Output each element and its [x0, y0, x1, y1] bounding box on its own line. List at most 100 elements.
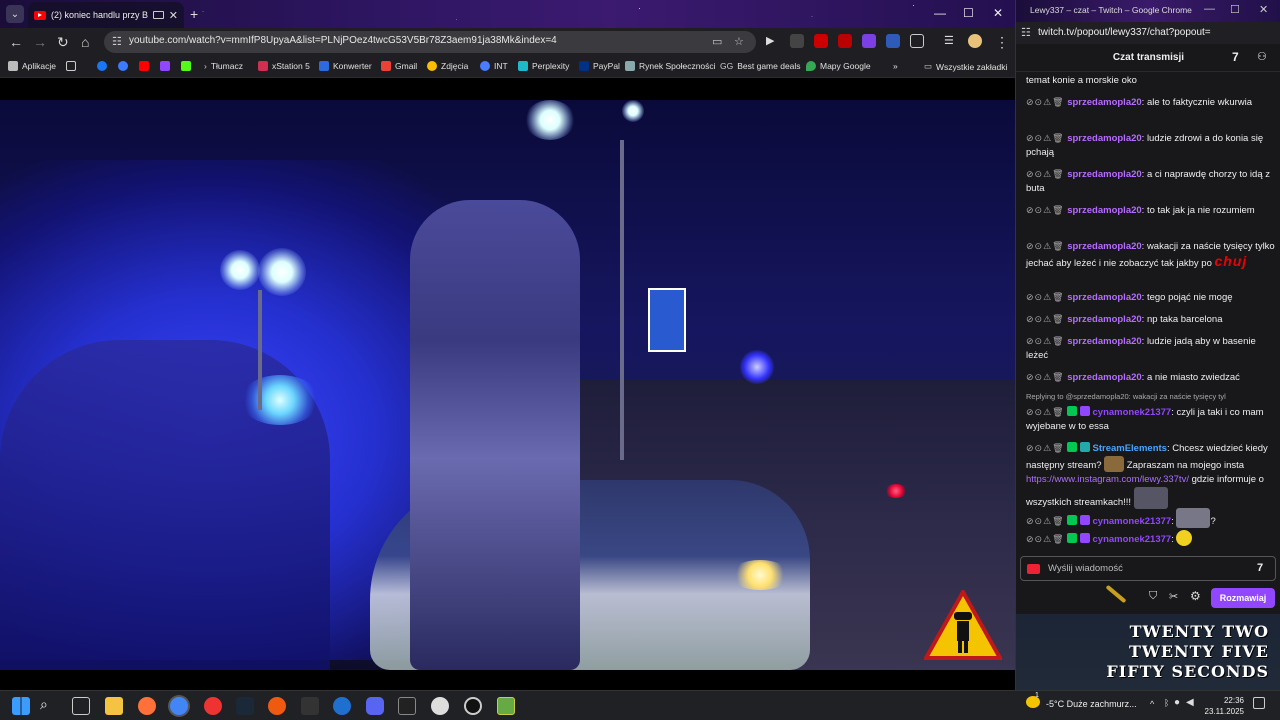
- back-icon[interactable]: ←: [9, 34, 23, 50]
- bookmark-xstation[interactable]: xStation 5: [258, 61, 310, 71]
- chat-username[interactable]: sprzedamopla20: [1067, 241, 1141, 252]
- instagram-link[interactable]: https://www.instagram.com/lewy.337tv/: [1026, 474, 1189, 485]
- microphone-icon[interactable]: ●: [1174, 697, 1180, 708]
- bluetooth-icon[interactable]: ᛒ: [1164, 698, 1169, 708]
- menu-icon[interactable]: ⋮: [995, 34, 1009, 51]
- bookmark-game-deals[interactable]: GG Best game deals: [720, 61, 801, 71]
- epic-games-icon[interactable]: [398, 697, 416, 715]
- mod-actions-icon[interactable]: ⊘⊙⚠🗑: [1026, 205, 1065, 215]
- camera-icon[interactable]: [1027, 564, 1040, 574]
- reading-list-icon[interactable]: ☰: [944, 34, 958, 48]
- mod-actions-icon[interactable]: ⊘⊙⚠🗑: [1026, 443, 1065, 453]
- mod-actions-icon[interactable]: ⊘⊙⚠🗑: [1026, 336, 1065, 346]
- bookmark-apps[interactable]: Aplikacje: [8, 61, 56, 71]
- shield-icon[interactable]: ⛉: [1149, 590, 1157, 603]
- more-bookmarks-icon[interactable]: »: [893, 61, 898, 71]
- extension-icon[interactable]: [886, 34, 900, 48]
- bookmark-steam-market[interactable]: Rynek Społeczności: [625, 61, 716, 71]
- bookmark-photos[interactable]: Zdjęcia: [427, 61, 468, 71]
- discord-icon[interactable]: [366, 697, 384, 715]
- bookmark-kick[interactable]: [181, 61, 191, 71]
- extensions-puzzle-icon[interactable]: [910, 34, 924, 48]
- notifications-icon[interactable]: [1253, 697, 1265, 709]
- tab-youtube[interactable]: (2) koniec handlu przy Bart ✕: [28, 2, 184, 28]
- maximize-button[interactable]: ☐: [1230, 3, 1240, 16]
- points-icon[interactable]: [1105, 584, 1127, 604]
- close-window-button[interactable]: ✕: [1259, 3, 1268, 16]
- chat-username[interactable]: sprzedamopla20: [1067, 292, 1141, 303]
- search-icon[interactable]: ⌕: [40, 696, 48, 713]
- volume-icon[interactable]: ◀: [1186, 697, 1194, 708]
- mod-actions-icon[interactable]: ⊘⊙⚠🗑: [1026, 292, 1065, 302]
- chat-username[interactable]: sprzedamopla20: [1067, 133, 1141, 144]
- chat-username[interactable]: sprzedamopla20: [1067, 314, 1141, 325]
- chat-username[interactable]: sprzedamopla20: [1067, 336, 1141, 347]
- users-icon[interactable]: ⚇: [1257, 50, 1267, 63]
- bookmark-int[interactable]: INT: [480, 61, 508, 71]
- tray-chevron-icon[interactable]: ^: [1150, 699, 1154, 709]
- install-icon[interactable]: ▭: [712, 35, 722, 48]
- maximize-button[interactable]: ☐: [963, 6, 974, 20]
- chat-username[interactable]: sprzedamopla20: [1067, 97, 1141, 108]
- home-icon[interactable]: ⌂: [81, 34, 89, 50]
- chat-username[interactable]: sprzedamopla20: [1067, 205, 1141, 216]
- bookmark-maps[interactable]: Mapy Google: [806, 61, 871, 71]
- mod-actions-icon[interactable]: ⊘⊙⚠🗑: [1026, 516, 1065, 526]
- chat-username[interactable]: sprzedamopla20: [1067, 372, 1141, 383]
- play-extension-icon[interactable]: ▶: [766, 34, 780, 48]
- chat-username[interactable]: cynamonek21377: [1093, 516, 1172, 527]
- video-player[interactable]: [0, 78, 1015, 690]
- bookmark-star-icon[interactable]: ☆: [734, 35, 744, 48]
- chat-username[interactable]: sprzedamopla20: [1067, 169, 1141, 180]
- site-info-icon[interactable]: ☷: [1021, 26, 1031, 39]
- photos-icon[interactable]: [497, 697, 515, 715]
- minimize-button[interactable]: —: [1204, 3, 1215, 15]
- twitch-extension-icon[interactable]: [862, 34, 876, 48]
- mod-actions-icon[interactable]: ⊘⊙⚠🗑: [1026, 372, 1065, 382]
- chat-input[interactable]: Wyślij wiadomość 7: [1020, 556, 1276, 581]
- extension-icon[interactable]: [790, 34, 804, 48]
- new-tab-button[interactable]: +: [190, 6, 198, 22]
- mod-actions-icon[interactable]: ⊘⊙⚠🗑: [1026, 314, 1065, 324]
- windows-start-icon[interactable]: [12, 697, 30, 715]
- reload-icon[interactable]: ↻: [57, 34, 69, 51]
- forward-icon[interactable]: →: [33, 34, 47, 50]
- weather-text[interactable]: -5°C Duże zachmurz...: [1046, 699, 1137, 709]
- close-tab-icon[interactable]: ✕: [169, 9, 178, 22]
- chat-username[interactable]: cynamonek21377: [1093, 534, 1172, 545]
- steam-icon[interactable]: [236, 697, 254, 715]
- clock[interactable]: 22:36 23.11.2025: [1200, 695, 1244, 717]
- bookmark-paypal[interactable]: PayPal: [579, 61, 620, 71]
- mod-actions-icon[interactable]: ⊘⊙⚠🗑: [1026, 133, 1065, 143]
- opera-icon[interactable]: [204, 697, 222, 715]
- mod-actions-icon[interactable]: ⊘⊙⚠🗑: [1026, 97, 1065, 107]
- app-icon[interactable]: [431, 697, 449, 715]
- 7tv-emote-icon[interactable]: 7: [1257, 562, 1263, 574]
- reply-preview[interactable]: Replying to @sprzedamopla20: wakacji za …: [1026, 392, 1278, 401]
- mod-actions-icon[interactable]: ⊘⊙⚠🗑: [1026, 241, 1065, 251]
- mod-actions-icon[interactable]: ⊘⊙⚠🗑: [1026, 407, 1065, 417]
- all-bookmarks[interactable]: ▭ Wszystkie zakładki: [924, 61, 1007, 72]
- send-chat-button[interactable]: Rozmawiaj: [1211, 588, 1275, 608]
- chat-username[interactable]: cynamonek21377: [1093, 407, 1172, 418]
- bookmark-youtube[interactable]: [139, 61, 149, 71]
- minimize-button[interactable]: —: [934, 6, 946, 20]
- file-explorer-icon[interactable]: [105, 697, 123, 715]
- obs-icon[interactable]: [464, 697, 482, 715]
- bookmark-translate[interactable]: › Tłumacz: [204, 61, 243, 71]
- chat-username[interactable]: StreamElements: [1093, 443, 1167, 454]
- mod-tools-icon[interactable]: ✂: [1169, 590, 1178, 603]
- bookmark-gmail[interactable]: Gmail: [381, 61, 417, 71]
- bookmark-messenger[interactable]: [118, 61, 128, 71]
- settings-gear-icon[interactable]: ⚙: [1190, 589, 1201, 603]
- tab-search-button[interactable]: ⌄: [6, 5, 24, 23]
- chrome-icon[interactable]: [170, 697, 188, 715]
- close-window-button[interactable]: ✕: [993, 6, 1003, 20]
- bookmark-converter[interactable]: Konwerter: [319, 61, 372, 71]
- ea-icon[interactable]: [268, 697, 286, 715]
- address-bar[interactable]: ☷ youtube.com/watch?v=mmIfP8UpyaA&list=P…: [104, 31, 756, 53]
- firefox-icon[interactable]: [138, 697, 156, 715]
- bookmark-twitch[interactable]: [160, 61, 170, 71]
- mail-icon[interactable]: [301, 697, 319, 715]
- twitch-address-bar[interactable]: ☷ twitch.tv/popout/lewy337/chat?popout=: [1016, 22, 1280, 44]
